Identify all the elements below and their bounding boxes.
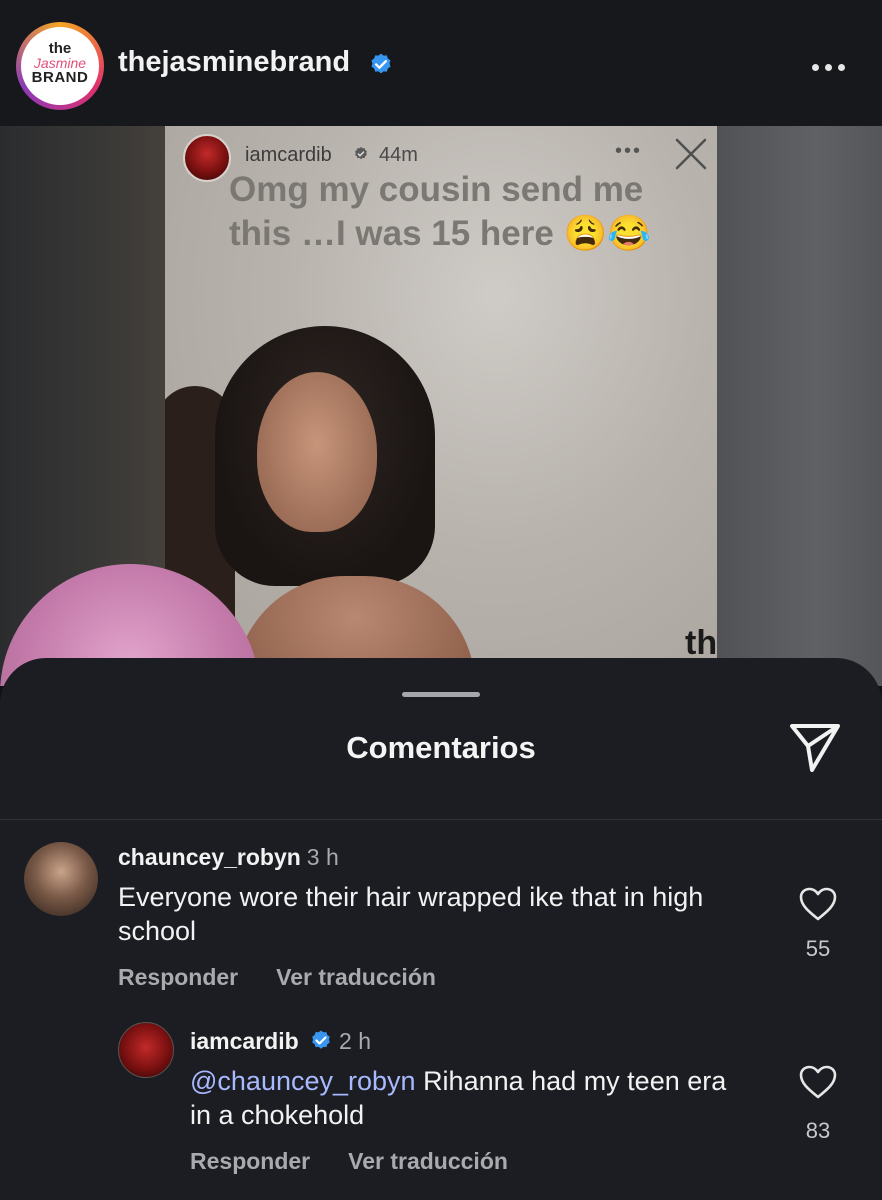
reply-button[interactable]: Responder xyxy=(118,964,238,990)
comment-username[interactable]: iamcardib 2 h xyxy=(190,1028,371,1055)
comment: chauncey_robyn 3 h Everyone wore their ha… xyxy=(0,820,882,1000)
header-username[interactable]: thejasminebrand xyxy=(118,46,350,79)
brand-logo: the Jasmine BRAND xyxy=(21,27,99,105)
comment-actions: Responder Ver traducción xyxy=(190,1148,546,1175)
logo-line-1: the xyxy=(48,40,72,57)
story-avatar xyxy=(183,134,231,182)
comment-text: @chauncey_robyn Rihanna had my teen era … xyxy=(190,1064,750,1132)
mention-link[interactable]: @chauncey_robyn xyxy=(190,1066,416,1096)
adjacent-story-right xyxy=(717,126,882,686)
comment-reply: iamcardib 2 h @chauncey_robyn Rihanna ha… xyxy=(0,1008,882,1198)
share-send-icon[interactable] xyxy=(786,720,844,774)
translate-button[interactable]: Ver traducción xyxy=(276,964,436,990)
comment-text: Everyone wore their hair wrapped ike tha… xyxy=(118,882,704,946)
sheet-title: Comentarios xyxy=(346,730,536,765)
verified-badge-icon xyxy=(355,147,367,160)
commenter-avatar[interactable] xyxy=(118,1022,174,1078)
comment-username[interactable]: chauncey_robyn 3 h xyxy=(118,844,339,871)
logo-line-2: Jasmine xyxy=(33,55,87,71)
comments-sheet: Comentarios chauncey_robyn 3 h Everyone w… xyxy=(0,658,882,1200)
comment-username-text[interactable]: chauncey_robyn xyxy=(118,844,301,870)
heart-icon[interactable] xyxy=(798,1064,838,1100)
comment-time: 2 h xyxy=(339,1028,372,1054)
profile-avatar[interactable]: the Jasmine BRAND xyxy=(16,22,104,110)
post-header: the Jasmine BRAND thejasminebrand xyxy=(0,0,882,126)
verified-badge-icon xyxy=(312,1030,330,1049)
like-count: 55 xyxy=(805,936,831,961)
commenter-avatar[interactable] xyxy=(24,842,98,916)
more-options-icon[interactable] xyxy=(812,58,852,72)
translate-button[interactable]: Ver traducción xyxy=(348,1148,508,1174)
story-caption: Omg my cousin send me this …I was 15 her… xyxy=(229,170,651,253)
story-photo xyxy=(205,316,475,686)
story-time: 44m xyxy=(379,144,418,166)
verified-badge-icon xyxy=(371,53,391,74)
reply-button[interactable]: Responder xyxy=(190,1148,310,1174)
like-count: 83 xyxy=(805,1118,831,1143)
logo-line-3: BRAND xyxy=(31,69,89,86)
story-username: iamcardib xyxy=(245,144,332,166)
comment-username-text[interactable]: iamcardib xyxy=(190,1028,299,1054)
story-more-icon: ••• xyxy=(615,140,643,162)
comment-actions: Responder Ver traducción xyxy=(118,964,474,991)
story-card: iamcardib 44m ••• Omg my cousin send me … xyxy=(165,126,717,686)
drag-handle[interactable] xyxy=(402,692,480,697)
comment-time: 3 h xyxy=(306,844,339,870)
heart-icon[interactable] xyxy=(798,886,838,922)
story-preview[interactable]: iamcardib 44m ••• Omg my cousin send me … xyxy=(0,126,882,686)
